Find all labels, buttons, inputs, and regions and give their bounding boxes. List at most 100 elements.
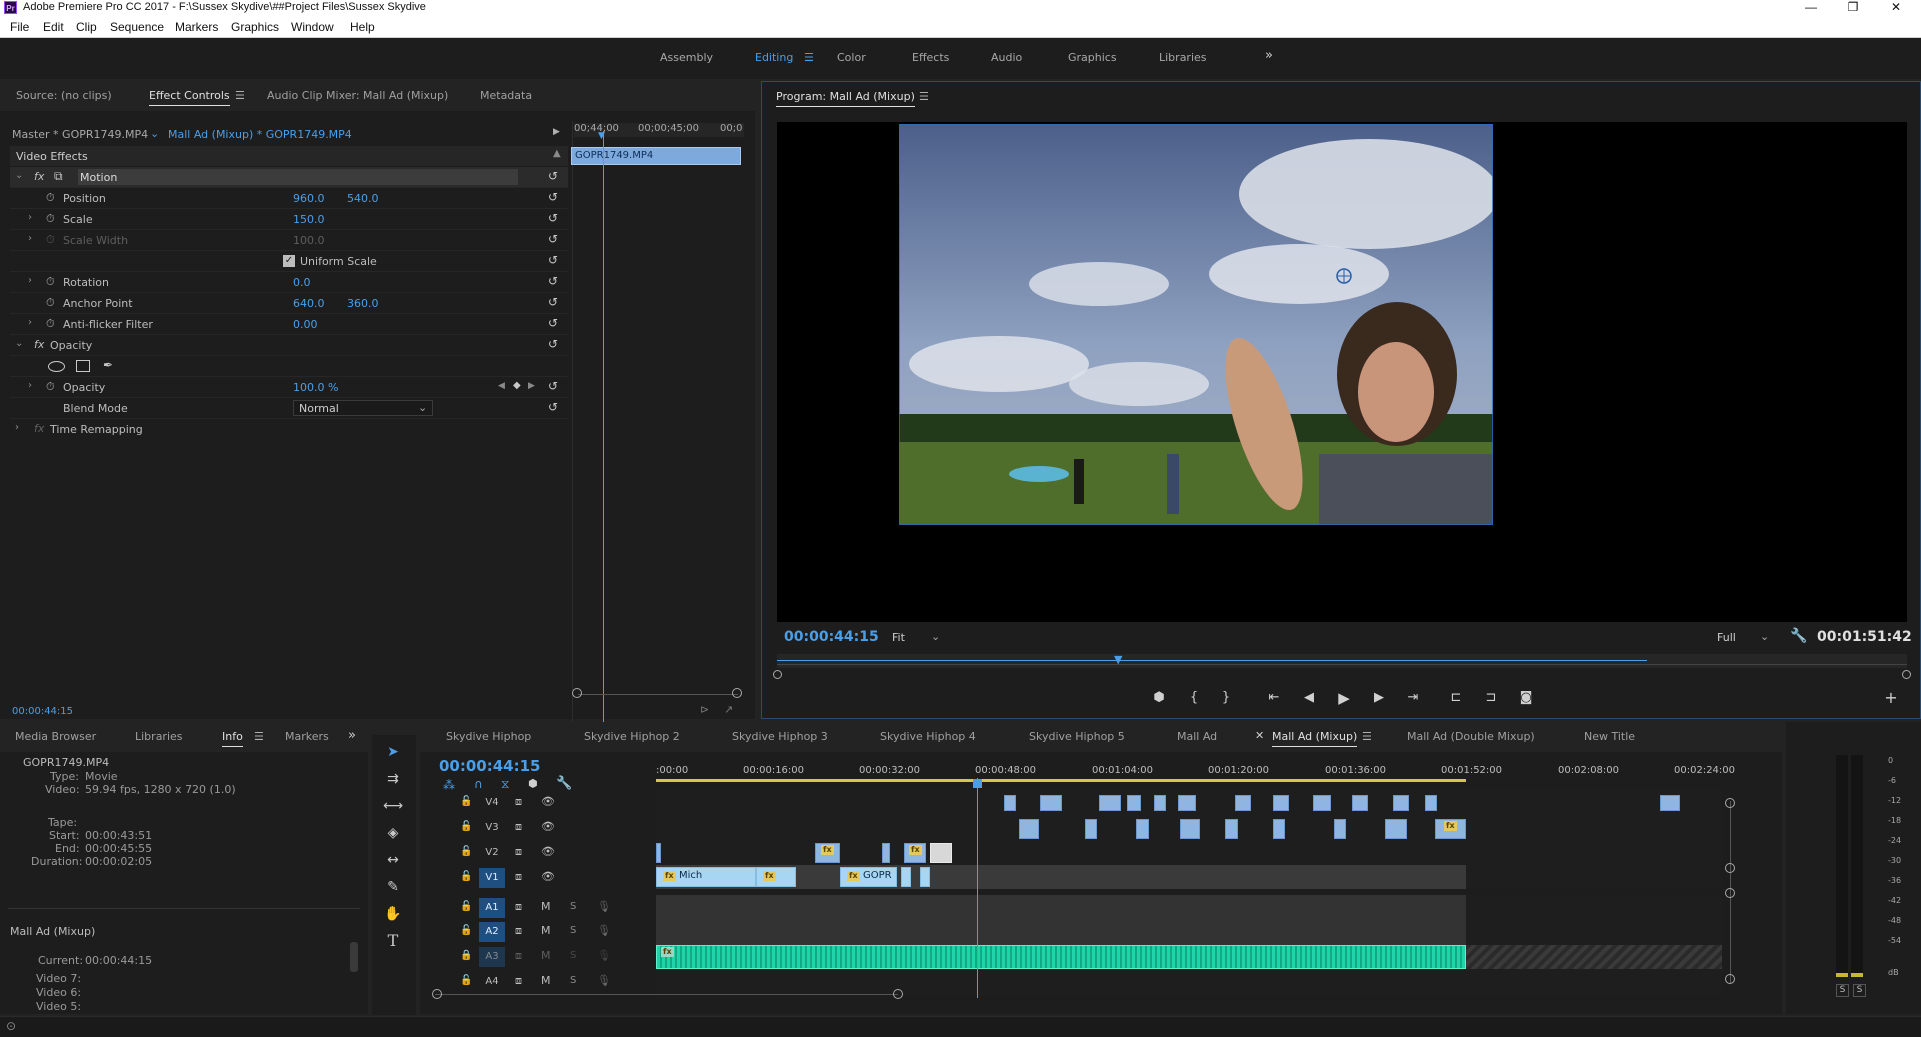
v2-sync-lock-icon[interactable]: ⧈ — [515, 845, 522, 859]
opacity-expand-icon[interactable]: ⌄ — [15, 338, 23, 349]
v1-sync-lock-icon[interactable]: ⧈ — [515, 870, 522, 884]
go-to-in-icon[interactable]: ⇤ — [1263, 687, 1285, 709]
export-frame-camera-icon[interactable]: ◙ — [1515, 687, 1537, 709]
v4-lock-icon[interactable]: 🔓 — [460, 796, 472, 807]
tab-seq-skydive-hiphop[interactable]: Skydive Hiphop — [446, 730, 531, 743]
opacity-stopwatch-icon[interactable]: ⏱ — [46, 380, 55, 394]
clip-v3-8[interactable] — [1385, 819, 1407, 839]
pen-mask-icon[interactable]: ✒ — [103, 358, 113, 372]
program-zoom-left-handle[interactable] — [773, 670, 782, 679]
a2-mute-button[interactable]: M — [541, 924, 551, 937]
a2-lock-icon[interactable]: 🔓 — [460, 925, 472, 936]
scale-width-reset-icon[interactable]: ↺ — [548, 232, 558, 246]
scale-value[interactable]: 150.0 — [293, 213, 325, 226]
restore-button[interactable]: ❐ — [1833, 0, 1873, 16]
anchor-y-value[interactable]: 360.0 — [347, 297, 379, 310]
meter-solo-right-button[interactable]: S — [1853, 984, 1866, 997]
slip-tool-icon[interactable]: ↔ — [382, 849, 404, 871]
ellipse-mask-icon[interactable] — [48, 361, 65, 372]
time-remapping-expand-icon[interactable]: › — [15, 422, 19, 433]
menu-graphics[interactable]: Graphics — [231, 20, 279, 34]
tab-seq-skydive-hiphop-3[interactable]: Skydive Hiphop 3 — [732, 730, 828, 743]
opacity-value-expand-icon[interactable]: › — [28, 380, 32, 391]
extract-icon[interactable]: ⊐ — [1480, 687, 1502, 709]
clip-v3-3[interactable] — [1136, 819, 1149, 839]
clip-v4-12[interactable] — [1425, 795, 1437, 811]
menu-file[interactable]: File — [10, 20, 29, 34]
a1-track-name[interactable]: A1 — [479, 898, 505, 918]
v1-track-name[interactable]: V1 — [479, 868, 505, 888]
tab-seq-skydive-hiphop-4[interactable]: Skydive Hiphop 4 — [880, 730, 976, 743]
clip-v3-6[interactable] — [1273, 819, 1285, 839]
opacity-effect-row[interactable]: ⌄ fx Opacity ↺ — [10, 335, 568, 356]
a3-track-name[interactable]: A3 — [479, 947, 505, 967]
rotation-expand-icon[interactable]: › — [28, 275, 32, 286]
position-y-value[interactable]: 540.0 — [347, 192, 379, 205]
clip-v2-1[interactable] — [656, 843, 661, 863]
anchor-stopwatch-icon[interactable]: ⏱ — [46, 296, 55, 310]
tab-markers[interactable]: Markers — [285, 730, 329, 743]
antiflicker-reset-icon[interactable]: ↺ — [548, 316, 558, 330]
menu-markers[interactable]: Markers — [175, 20, 218, 34]
workspace-overflow-icon[interactable]: » — [1265, 48, 1273, 63]
v1-lock-icon[interactable]: 🔓 — [460, 871, 472, 882]
go-to-out-icon[interactable]: ⇥ — [1402, 687, 1424, 709]
scale-stopwatch-icon[interactable]: ⏱ — [46, 212, 55, 226]
mini-zoom-left-handle[interactable] — [572, 688, 582, 698]
position-reset-icon[interactable]: ↺ — [548, 190, 558, 204]
v-scroll-handle-mid[interactable] — [1725, 863, 1735, 873]
menu-sequence[interactable]: Sequence — [110, 20, 164, 34]
timeline-playhead-handle[interactable] — [973, 779, 982, 788]
clip-v1-2[interactable]: fx — [756, 867, 796, 887]
filter-icon[interactable]: ⊳ — [700, 703, 709, 716]
fx-badge-icon[interactable]: fx — [34, 170, 44, 183]
v4-eye-icon[interactable]: 👁 — [541, 795, 555, 808]
scale-reset-icon[interactable]: ↺ — [548, 211, 558, 225]
tab-seq-mall-ad[interactable]: Mall Ad — [1177, 730, 1217, 743]
video-frame[interactable] — [899, 124, 1493, 525]
clip-v3-1[interactable] — [1019, 819, 1039, 839]
step-back-icon[interactable]: ◀ — [1298, 687, 1320, 709]
info-overflow-icon[interactable]: » — [348, 728, 356, 743]
a1-lock-icon[interactable]: 🔓 — [460, 901, 472, 912]
add-keyframe-icon[interactable]: ◆ — [513, 380, 521, 391]
work-area-bar[interactable] — [656, 779, 1466, 782]
workspace-graphics[interactable]: Graphics — [1068, 51, 1117, 64]
clip-v3-5[interactable] — [1225, 819, 1238, 839]
uniform-scale-checkbox[interactable]: ✓ — [283, 255, 295, 267]
v4-sync-lock-icon[interactable]: ⧈ — [515, 795, 522, 809]
v3-lock-icon[interactable]: 🔓 — [460, 821, 472, 832]
a4-sync-lock-icon[interactable]: ⧈ — [515, 974, 522, 988]
v3-sync-lock-icon[interactable]: ⧈ — [515, 820, 522, 834]
tab-seq-skydive-hiphop-2[interactable]: Skydive Hiphop 2 — [584, 730, 680, 743]
opacity-reset-icon[interactable]: ↺ — [548, 379, 558, 393]
sequence-clip-label[interactable]: Mall Ad (Mixup) * GOPR1749.MP4 — [168, 128, 352, 141]
razor-tool-icon[interactable]: ◈ — [382, 822, 404, 844]
timeline-playhead[interactable] — [977, 778, 978, 998]
clip-v4-4[interactable] — [1127, 795, 1141, 811]
clip-v4-9[interactable] — [1313, 795, 1331, 811]
v-scroll-handle-bottom[interactable] — [1725, 974, 1735, 984]
next-keyframe-icon[interactable]: ▶ — [528, 381, 535, 391]
position-stopwatch-icon[interactable]: ⏱ — [46, 191, 55, 205]
mark-out-icon[interactable]: } — [1215, 687, 1237, 709]
close-button[interactable]: ✕ — [1876, 0, 1916, 16]
position-x-value[interactable]: 960.0 — [293, 192, 325, 205]
a1-mic-icon[interactable]: 🎙 — [597, 900, 611, 913]
a4-mute-button[interactable]: M — [541, 974, 551, 987]
rectangle-mask-icon[interactable] — [76, 360, 90, 372]
tab-seq-new-title[interactable]: New Title — [1584, 730, 1635, 743]
workspace-audio[interactable]: Audio — [991, 51, 1022, 64]
timeline-timecode[interactable]: 00:00:44:15 — [439, 757, 541, 775]
mini-zoom-right-handle[interactable] — [732, 688, 742, 698]
prev-keyframe-icon[interactable]: ◀ — [498, 381, 505, 391]
clip-v4-8[interactable] — [1273, 795, 1289, 811]
program-playhead-icon[interactable]: ▼ — [1114, 653, 1122, 666]
h-scroll-handle-left[interactable] — [432, 989, 442, 999]
scale-expand-icon[interactable]: › — [28, 212, 32, 223]
button-editor-plus-icon[interactable]: + — [1880, 687, 1902, 709]
workspace-color[interactable]: Color — [837, 51, 866, 64]
menu-edit[interactable]: Edit — [43, 20, 64, 34]
clip-v1-3[interactable]: fx GOPR — [840, 867, 897, 887]
selection-tool-icon[interactable]: ➤ — [382, 741, 404, 763]
